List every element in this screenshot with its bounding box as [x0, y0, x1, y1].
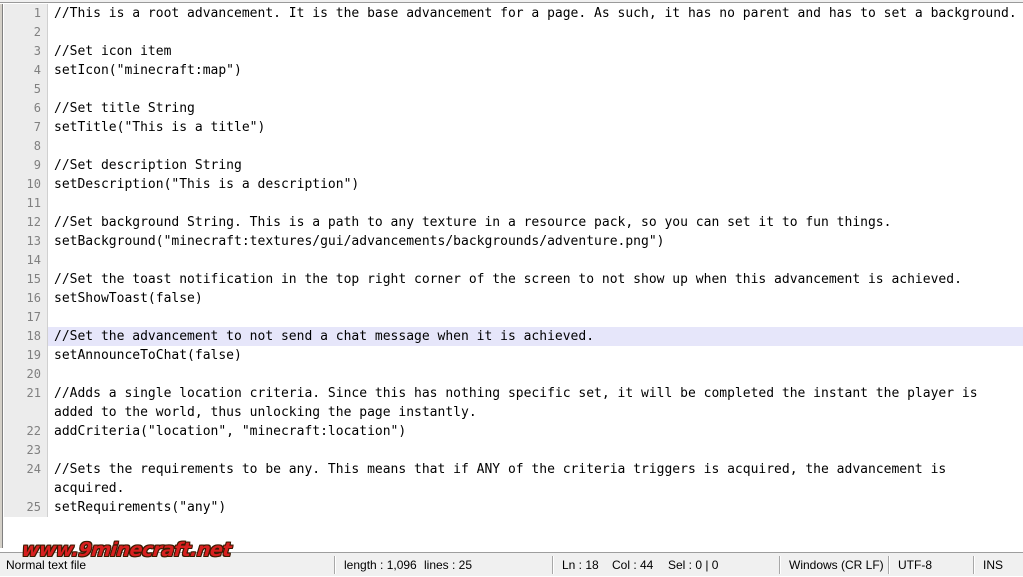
- code-line-text[interactable]: //This is a root advancement. It is the …: [48, 4, 1023, 23]
- code-line-text[interactable]: //Set the toast notification in the top …: [48, 270, 1023, 289]
- code-line[interactable]: 15//Set the toast notification in the to…: [4, 270, 1023, 289]
- line-number: 9: [4, 156, 48, 175]
- code-line-text[interactable]: [48, 251, 1023, 270]
- code-line-text[interactable]: setAnnounceToChat(false): [48, 346, 1023, 365]
- code-line[interactable]: 6//Set title String: [4, 99, 1023, 118]
- status-separator-5: [973, 556, 975, 574]
- line-number: 18: [4, 327, 48, 346]
- code-line[interactable]: 19 setAnnounceToChat(false): [4, 346, 1023, 365]
- code-line[interactable]: 17: [4, 308, 1023, 327]
- code-line-text[interactable]: //Sets the requirements to be any. This …: [48, 460, 1023, 498]
- line-number: 22: [4, 422, 48, 441]
- code-line[interactable]: 24//Sets the requirements to be any. Thi…: [4, 460, 1023, 498]
- code-line-text[interactable]: setShowToast(false): [48, 289, 1023, 308]
- status-separator-4: [888, 556, 890, 574]
- code-line-text[interactable]: [48, 308, 1023, 327]
- code-line[interactable]: 12//Set background String. This is a pat…: [4, 213, 1023, 232]
- code-line[interactable]: 7 setTitle("This is a title"): [4, 118, 1023, 137]
- notepadpp-window: 1//This is a root advancement. It is the…: [0, 0, 1023, 576]
- status-col: Col : 44: [612, 558, 654, 572]
- code-line-text[interactable]: //Adds a single location criteria. Since…: [48, 384, 1023, 422]
- code-scroll-area[interactable]: 1//This is a root advancement. It is the…: [4, 4, 1023, 548]
- code-line-text[interactable]: //Set icon item: [48, 42, 1023, 61]
- code-line-text[interactable]: [48, 441, 1023, 460]
- line-number: 23: [4, 441, 48, 460]
- code-line[interactable]: 9//Set description String: [4, 156, 1023, 175]
- code-line-text[interactable]: //Set background String. This is a path …: [48, 213, 1023, 232]
- code-line[interactable]: 13 setBackground("minecraft:textures/gui/…: [4, 232, 1023, 251]
- code-line[interactable]: 11: [4, 194, 1023, 213]
- line-number: 25: [4, 498, 48, 517]
- line-number: 17: [4, 308, 48, 327]
- status-ln: Ln : 18: [562, 558, 599, 572]
- line-number: 24: [4, 460, 48, 498]
- code-line[interactable]: 4 setIcon("minecraft:map"): [4, 61, 1023, 80]
- code-editor[interactable]: 1//This is a root advancement. It is the…: [0, 4, 1023, 548]
- line-number: 14: [4, 251, 48, 270]
- status-sel: Sel : 0 | 0: [668, 558, 719, 572]
- code-line-text[interactable]: [48, 194, 1023, 213]
- code-line-text[interactable]: setDescription("This is a description"): [48, 175, 1023, 194]
- code-line-text[interactable]: addCriteria("location", "minecraft:locat…: [48, 422, 1023, 441]
- line-number: 4: [4, 61, 48, 80]
- line-number: 10: [4, 175, 48, 194]
- line-number: 2: [4, 23, 48, 42]
- code-line[interactable]: 14: [4, 251, 1023, 270]
- code-line-text[interactable]: setTitle("This is a title"): [48, 118, 1023, 137]
- code-line[interactable]: 25 setRequirements("any"): [4, 498, 1023, 517]
- status-separator-2: [552, 556, 554, 574]
- toolbar-edge: [0, 0, 1023, 3]
- line-number: 5: [4, 80, 48, 99]
- code-line-text[interactable]: setBackground("minecraft:textures/gui/ad…: [48, 232, 1023, 251]
- code-line-text[interactable]: //Set the advancement to not send a chat…: [48, 327, 1023, 346]
- code-line[interactable]: 2: [4, 23, 1023, 42]
- status-length: length : 1,096: [344, 558, 417, 572]
- status-separator-1: [334, 556, 336, 574]
- code-line[interactable]: 8: [4, 137, 1023, 156]
- code-line[interactable]: 21//Adds a single location criteria. Sin…: [4, 384, 1023, 422]
- code-line[interactable]: 10 setDescription("This is a description"…: [4, 175, 1023, 194]
- line-number: 16: [4, 289, 48, 308]
- site-watermark: www.9minecraft.net: [20, 539, 233, 561]
- code-line[interactable]: 23: [4, 441, 1023, 460]
- line-number: 12: [4, 213, 48, 232]
- code-line-text[interactable]: [48, 23, 1023, 42]
- code-line[interactable]: 1//This is a root advancement. It is the…: [4, 4, 1023, 23]
- line-number: 13: [4, 232, 48, 251]
- line-number: 11: [4, 194, 48, 213]
- code-line-text[interactable]: [48, 365, 1023, 384]
- line-number: 20: [4, 365, 48, 384]
- code-line-text[interactable]: [48, 137, 1023, 156]
- line-number: 15: [4, 270, 48, 289]
- code-line[interactable]: 18//Set the advancement to not send a ch…: [4, 327, 1023, 346]
- status-eol[interactable]: Windows (CR LF): [789, 553, 884, 577]
- code-line-text[interactable]: //Set title String: [48, 99, 1023, 118]
- status-insert-mode[interactable]: INS: [983, 553, 1003, 577]
- status-encoding[interactable]: UTF-8: [898, 553, 932, 577]
- code-line[interactable]: 3//Set icon item: [4, 42, 1023, 61]
- code-line[interactable]: 22 addCriteria("location", "minecraft:loc…: [4, 422, 1023, 441]
- status-separator-3: [779, 556, 781, 574]
- code-line-text[interactable]: [48, 80, 1023, 99]
- code-line[interactable]: 16 setShowToast(false): [4, 289, 1023, 308]
- line-number: 21: [4, 384, 48, 422]
- line-number: 19: [4, 346, 48, 365]
- code-line-text[interactable]: //Set description String: [48, 156, 1023, 175]
- status-lines: lines : 25: [424, 558, 473, 572]
- line-number: 1: [4, 4, 48, 23]
- code-line-text[interactable]: setRequirements("any"): [48, 498, 1023, 517]
- line-number: 3: [4, 42, 48, 61]
- code-line-text[interactable]: setIcon("minecraft:map"): [48, 61, 1023, 80]
- line-number: 6: [4, 99, 48, 118]
- code-line[interactable]: 5: [4, 80, 1023, 99]
- code-line[interactable]: 20: [4, 365, 1023, 384]
- line-number: 7: [4, 118, 48, 137]
- line-number: 8: [4, 137, 48, 156]
